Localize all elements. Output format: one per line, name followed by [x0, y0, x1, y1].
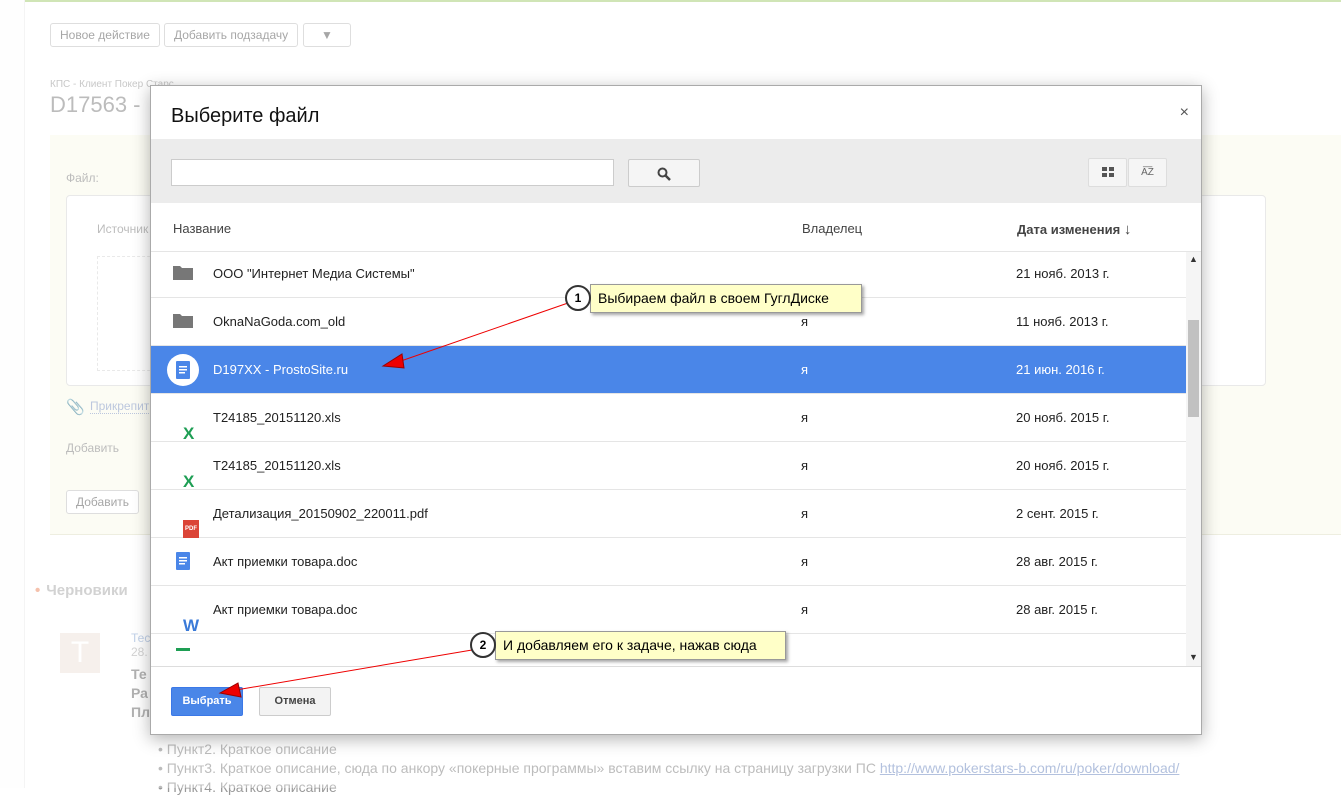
- column-header: Название Владелец Дата изменения ↓: [151, 203, 1201, 252]
- file-owner: я: [801, 506, 809, 521]
- file-name: Акт приемки товара.doc: [213, 554, 358, 569]
- folder-icon: [173, 264, 193, 284]
- file-owner: я: [801, 458, 809, 473]
- grid-icon: [1101, 167, 1114, 178]
- file-date: 28 авг. 2015 г.: [1016, 602, 1098, 617]
- file-name: Акт приемки товара.doc: [213, 602, 358, 617]
- dialog-title: Выберите файл: [171, 105, 320, 127]
- google-doc-icon: [167, 354, 199, 386]
- excel-icon: X: [183, 472, 195, 491]
- grid-view-button[interactable]: [1088, 158, 1127, 187]
- sort-az-button[interactable]: A͞Z: [1128, 158, 1167, 187]
- google-doc-icon: [173, 552, 193, 572]
- pdf-icon: PDF: [173, 504, 199, 538]
- sort-az-icon: A͞Z: [1141, 167, 1154, 178]
- file-row[interactable]: X T24185_20151120.xls я 20 нояб. 2015 г.: [151, 442, 1186, 491]
- file-name: Детализация_20150902_220011.pdf: [213, 506, 428, 521]
- close-icon[interactable]: ×: [1180, 104, 1189, 122]
- arrow-down-icon: ↓: [1123, 221, 1132, 238]
- file-list: ООО "Интернет Медиа Системы" 21 нояб. 201…: [151, 252, 1201, 666]
- scrollbar[interactable]: ▲ ▼: [1186, 252, 1201, 666]
- callout-1-number: 1: [565, 285, 591, 311]
- scroll-up-icon[interactable]: ▲: [1189, 254, 1198, 264]
- file-name: OknaNaGoda.com_old: [213, 314, 346, 329]
- callout-2-number: 2: [470, 632, 496, 658]
- file-row[interactable]: D197XX - ProstoSite.ru я 21 июн. 2016 г.: [151, 346, 1186, 394]
- file-owner: я: [801, 410, 809, 425]
- file-date: 28 авг. 2015 г.: [1016, 554, 1098, 569]
- file-owner: я: [801, 314, 809, 329]
- file-date: 11 нояб. 2013 г.: [1016, 314, 1109, 329]
- file-date: 21 июн. 2016 г.: [1016, 362, 1105, 377]
- file-date: 20 нояб. 2015 г.: [1016, 458, 1110, 473]
- dialog-toolbar: A͞Z: [151, 139, 1201, 203]
- cancel-button[interactable]: Отмена: [259, 687, 331, 716]
- file-name: T24185_20151120.xls: [213, 410, 341, 425]
- search-icon: [657, 167, 671, 181]
- column-name[interactable]: Название: [173, 221, 231, 236]
- scrollbar-thumb[interactable]: [1188, 320, 1199, 417]
- callout-1: Выбираем файл в своем ГуглДиске: [590, 284, 862, 313]
- dialog-footer: Выбрать Отмена: [151, 666, 1201, 734]
- column-modified-label: Дата изменения: [1017, 222, 1121, 237]
- file-name: D197XX - ProstoSite.ru: [213, 362, 349, 377]
- file-owner: я: [801, 362, 809, 377]
- column-modified[interactable]: Дата изменения ↓: [1017, 221, 1131, 238]
- search-button[interactable]: [628, 159, 700, 187]
- sheet-icon: [173, 648, 193, 666]
- file-date: 21 нояб. 2013 г.: [1016, 266, 1110, 281]
- file-owner: я: [801, 602, 809, 617]
- word-icon: W: [183, 616, 200, 635]
- file-date: 20 нояб. 2015 г.: [1016, 410, 1110, 425]
- file-row[interactable]: PDF Детализация_20150902_220011.pdf я 2 сен…: [151, 490, 1186, 538]
- file-row[interactable]: Акт приемки товара.doc я 28 авг. 2015 г.: [151, 538, 1186, 586]
- file-name: T24185_20151120.xls: [213, 458, 341, 473]
- file-date: 2 сент. 2015 г.: [1016, 506, 1099, 521]
- excel-icon: X: [183, 424, 195, 443]
- scroll-down-icon[interactable]: ▼: [1189, 652, 1198, 662]
- folder-icon: [173, 312, 193, 332]
- callout-2: И добавляем его к задаче, нажав сюда: [495, 631, 786, 660]
- file-owner: я: [801, 554, 809, 569]
- select-button[interactable]: Выбрать: [171, 687, 243, 716]
- file-name: ООО "Интернет Медиа Системы": [213, 266, 415, 281]
- file-row[interactable]: X T24185_20151120.xls я 20 нояб. 2015 г.: [151, 394, 1186, 443]
- search-input[interactable]: [171, 159, 614, 186]
- column-owner[interactable]: Владелец: [802, 221, 862, 236]
- file-row[interactable]: W Акт приемки товара.doc я 28 авг. 2015 г.: [151, 586, 1186, 635]
